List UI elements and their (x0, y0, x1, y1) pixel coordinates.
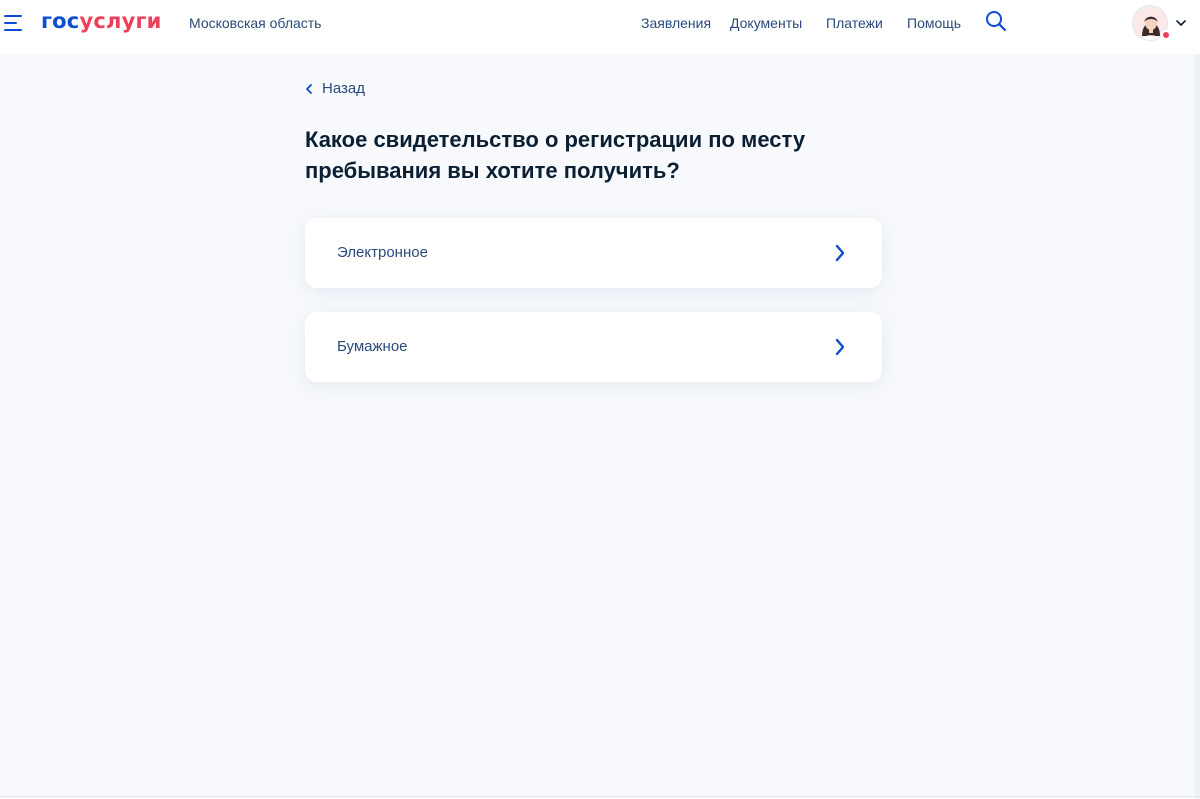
back-link-label: Назад (322, 80, 365, 97)
back-link[interactable]: Назад (305, 80, 365, 97)
option-electronic[interactable]: Электронное (305, 218, 882, 288)
chevron-right-icon (835, 244, 845, 262)
site-header: госуслуги Московская область Заявления Д… (0, 0, 1200, 54)
nav-help[interactable]: Помощь (907, 15, 961, 31)
gosuslugi-logo[interactable]: госуслуги (41, 9, 162, 33)
nav-applications[interactable]: Заявления (641, 15, 711, 31)
option-label: Бумажное (337, 338, 408, 355)
scrollbar[interactable] (1195, 54, 1200, 799)
footer-divider (0, 796, 1200, 797)
option-paper[interactable]: Бумажное (305, 312, 882, 382)
chevron-left-icon (306, 83, 312, 94)
nav-payments[interactable]: Платежи (826, 15, 883, 31)
region-selector[interactable]: Московская область (189, 15, 321, 31)
notification-dot (1161, 30, 1171, 40)
chevron-down-icon[interactable] (1174, 16, 1188, 30)
search-icon[interactable] (985, 10, 1007, 32)
logo-part-uslugi: услуги (79, 9, 162, 33)
option-label: Электронное (337, 244, 428, 261)
nav-documents[interactable]: Документы (730, 15, 802, 31)
menu-icon[interactable] (4, 15, 24, 31)
logo-part-gos: гос (41, 9, 80, 33)
chevron-right-icon (835, 338, 845, 356)
page-title: Какое свидетельство о регистрации по мес… (305, 127, 806, 183)
